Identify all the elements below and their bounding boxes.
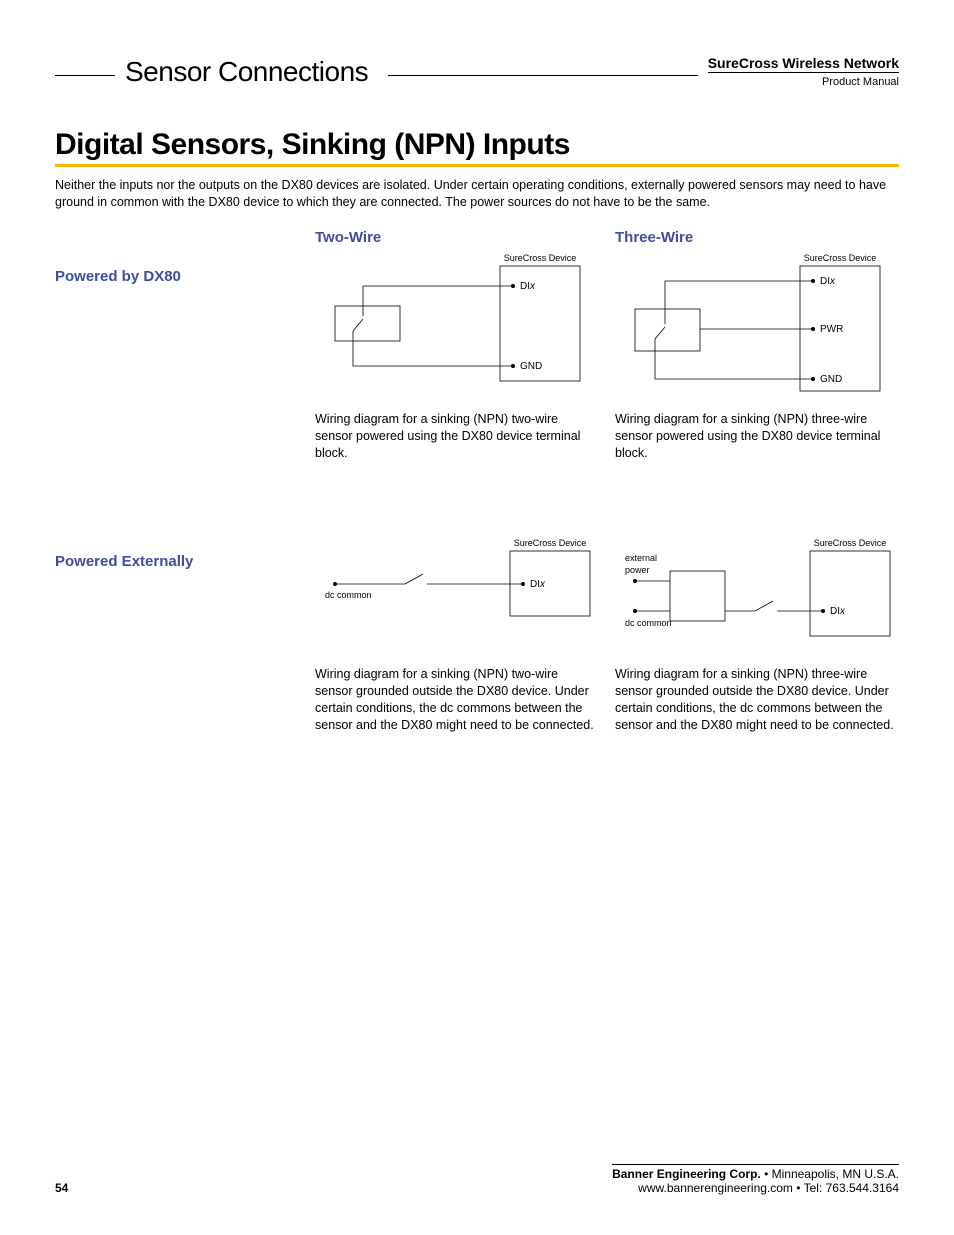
intro-paragraph: Neither the inputs nor the outputs on th…	[55, 177, 899, 211]
page-footer: 54 Banner Engineering Corp. • Minneapoli…	[55, 1164, 899, 1195]
dix-pre: DI	[530, 579, 540, 590]
device-label: SureCross Device	[804, 253, 877, 263]
header-rule-left	[55, 75, 115, 76]
device-label: SureCross Device	[514, 538, 587, 548]
svg-text:DIx: DIx	[820, 276, 836, 287]
dix-suf: x	[829, 276, 836, 287]
footer-info: Banner Engineering Corp. • Minneapolis, …	[612, 1164, 899, 1195]
ext-power-1: external	[625, 553, 657, 563]
two-wire-heading: Two-Wire	[315, 229, 595, 246]
ext-power-2: power	[625, 565, 650, 575]
device-label: SureCross Device	[814, 538, 887, 548]
header-rule-mid	[388, 75, 698, 76]
gnd-label: GND	[820, 374, 842, 385]
section-title: Sensor Connections	[125, 58, 368, 88]
three-wire-heading: Three-Wire	[615, 229, 895, 246]
svg-text:DIx: DIx	[530, 579, 546, 590]
dc-common-label: dc common	[325, 590, 372, 600]
page-number: 54	[55, 1181, 68, 1195]
dc-common-label: dc common	[625, 618, 672, 628]
caption-a: Wiring diagram for a sinking (NPN) two-w…	[315, 411, 595, 462]
caption-b: Wiring diagram for a sinking (NPN) three…	[615, 411, 895, 462]
header-right: SureCross Wireless Network Product Manua…	[708, 55, 899, 88]
caption-c: Wiring diagram for a sinking (NPN) two-w…	[315, 666, 595, 734]
powered-by-dx80-heading: Powered by DX80	[55, 268, 315, 285]
page-title: Digital Sensors, Sinking (NPN) Inputs	[55, 128, 899, 167]
doc-type: Product Manual	[708, 76, 899, 88]
diagram-two-wire-ext: SureCross Device DIx dc common	[315, 536, 595, 656]
pwr-label: PWR	[820, 324, 843, 335]
footer-company: Banner Engineering Corp.	[612, 1167, 761, 1181]
page-header: Sensor Connections SureCross Wireless Ne…	[55, 55, 899, 88]
svg-text:DIx: DIx	[830, 606, 846, 617]
diagram-three-wire-ext: SureCross Device DIx external power dc c…	[615, 536, 895, 656]
dix-pre: DI	[830, 606, 840, 617]
footer-location: • Minneapolis, MN U.S.A.	[761, 1167, 899, 1181]
diagram-two-wire-dx80: SureCross Device DIx GND	[315, 251, 595, 401]
footer-contact: www.bannerengineering.com • Tel: 763.544…	[638, 1181, 899, 1195]
dix-pre: DI	[820, 276, 830, 287]
powered-externally-heading: Powered Externally	[55, 553, 315, 570]
device-label: SureCross Device	[504, 253, 577, 263]
gnd-label: GND	[520, 361, 542, 372]
dix-suf: x	[539, 579, 546, 590]
svg-text:DIx: DIx	[520, 281, 536, 292]
dix-suf: x	[839, 606, 846, 617]
dix-pre: DI	[520, 281, 530, 292]
dix-suf: x	[529, 281, 536, 292]
product-line: SureCross Wireless Network	[708, 55, 899, 73]
diagram-three-wire-dx80: SureCross Device DIx PWR GND	[615, 251, 895, 401]
caption-d: Wiring diagram for a sinking (NPN) three…	[615, 666, 895, 734]
